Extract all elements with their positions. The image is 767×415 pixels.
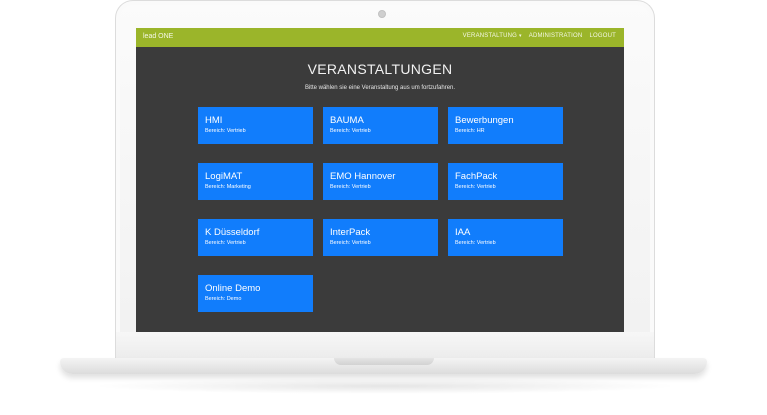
webcam-icon <box>378 10 386 18</box>
nav-administration[interactable]: ADMINISTRATION <box>529 33 583 39</box>
event-area: Bereich: Vertrieb <box>330 240 371 246</box>
chevron-down-icon: ▾ <box>519 33 522 39</box>
event-name: HMI <box>205 115 223 126</box>
event-area: Bereich: Vertrieb <box>330 128 371 134</box>
laptop-hinge <box>334 358 434 365</box>
top-navbar: lead ONE VERANSTALTUNG ▾ ADMINISTRATION L… <box>136 28 624 47</box>
event-name: InterPack <box>330 227 371 238</box>
event-name: Bewerbungen <box>455 115 514 126</box>
event-card-online-demo[interactable]: Online Demo Bereich: Demo <box>198 275 313 312</box>
event-name: LogiMAT <box>205 171 243 182</box>
nav-veranstaltung-label: VERANSTALTUNG <box>462 33 518 39</box>
event-name: BAUMA <box>330 115 364 126</box>
nav-logout[interactable]: LOGOUT <box>589 33 616 39</box>
event-name: K Düsseldorf <box>205 227 260 238</box>
nav-veranstaltung-dropdown[interactable]: VERANSTALTUNG ▾ <box>463 33 522 39</box>
event-card-bewerbungen[interactable]: Bewerbungen Bereich: HR <box>448 107 563 144</box>
nav-links: VERANSTALTUNG ▾ ADMINISTRATION LOGOUT <box>463 33 616 39</box>
event-name: FachPack <box>455 171 498 182</box>
event-card-bauma[interactable]: BAUMA Bereich: Vertrieb <box>323 107 438 144</box>
event-name: EMO Hannover <box>330 171 396 182</box>
event-area: Bereich: Marketing <box>205 184 251 190</box>
app-screen: lead ONE VERANSTALTUNG ▾ ADMINISTRATION L… <box>136 28 624 332</box>
event-area: Bereich: Vertrieb <box>205 128 246 134</box>
event-card-iaa[interactable]: IAA Bereich: Vertrieb <box>448 219 563 256</box>
page-subtitle: Bitte wählen sie eine Veranstaltung aus … <box>304 85 456 91</box>
event-area: Bereich: HR <box>455 128 485 134</box>
event-card-logimat[interactable]: LogiMAT Bereich: Marketing <box>198 163 313 200</box>
event-card-k-duesseldorf[interactable]: K Düsseldorf Bereich: Vertrieb <box>198 219 313 256</box>
event-area: Bereich: Demo <box>205 296 242 302</box>
event-name: IAA <box>455 227 471 238</box>
event-card-interpack[interactable]: InterPack Bereich: Vertrieb <box>323 219 438 256</box>
event-area: Bereich: Vertrieb <box>205 240 246 246</box>
laptop-shadow <box>90 378 680 394</box>
laptop-bezel-bottom <box>115 332 655 358</box>
event-name: Online Demo <box>205 283 261 294</box>
page-title: VERANSTALTUNGEN <box>307 61 453 77</box>
event-card-emo-hannover[interactable]: EMO Hannover Bereich: Vertrieb <box>323 163 438 200</box>
event-area: Bereich: Vertrieb <box>455 184 496 190</box>
event-area: Bereich: Vertrieb <box>455 240 496 246</box>
event-area: Bereich: Vertrieb <box>330 184 371 190</box>
event-card-hmi[interactable]: HMI Bereich: Vertrieb <box>198 107 313 144</box>
brand-logo[interactable]: lead ONE <box>143 33 173 40</box>
event-card-fachpack[interactable]: FachPack Bereich: Vertrieb <box>448 163 563 200</box>
